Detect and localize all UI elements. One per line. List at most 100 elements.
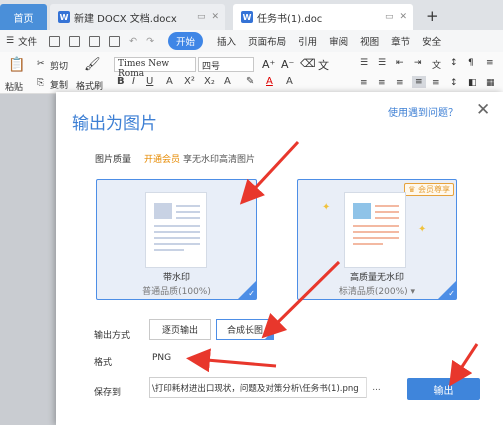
print-preview-icon[interactable]	[109, 35, 121, 47]
tab-tools: ▭ ✕	[197, 12, 219, 22]
close-icon[interactable]: ✕	[476, 100, 490, 120]
merge-long-image-button[interactable]: 合成长图	[216, 319, 274, 340]
menu-security[interactable]: 安全	[422, 34, 441, 48]
justify-icon[interactable]: ≡	[412, 76, 426, 88]
scissors-icon[interactable]: ✂	[37, 59, 45, 69]
selected-check-icon	[265, 331, 273, 339]
format-painter-button[interactable]: 格式刷	[76, 79, 103, 92]
subscript-icon[interactable]: X₂	[204, 76, 215, 87]
menu-view[interactable]: 视图	[360, 34, 379, 48]
menu-file[interactable]: 文件	[18, 34, 37, 48]
mode-long-label: 合成长图	[226, 326, 263, 336]
quality-option-watermark[interactable]: 带水印 普通品质(100%) ✓	[96, 179, 257, 300]
font-effect-icon[interactable]: A	[224, 76, 231, 87]
sparkle-icon: ✦	[322, 202, 331, 213]
phonetic-icon[interactable]: 文	[318, 57, 329, 73]
membership-description: 享无水印高清图片	[183, 155, 256, 165]
format-value: PNG	[152, 353, 172, 363]
list-bullet-icon[interactable]: ☰	[360, 58, 368, 68]
save-to-label: 保存到	[94, 388, 122, 398]
open-membership-link[interactable]: 开通会员	[144, 152, 180, 165]
help-link[interactable]: 使用遇到问题？	[388, 104, 458, 119]
show-marks-icon[interactable]: ¶	[468, 58, 474, 68]
quality-option-hq-no-watermark[interactable]: ♛ 会员尊享 ✦ ✦ 高质量无水印 标清品质(200%) ▾ ✓	[297, 179, 457, 300]
shading-icon[interactable]: ◧	[468, 78, 477, 88]
menu-references[interactable]: 引用	[298, 34, 317, 48]
word-icon: W	[241, 11, 253, 23]
font-shrink-button[interactable]: A⁻	[281, 58, 294, 71]
chinese-layout-icon[interactable]: 文	[432, 58, 441, 71]
tab-bar: 首页 W 新建 DOCX 文档.docx ▭ ✕ W 任务书(1).doc ▭ ✕ …	[0, 0, 503, 30]
paste-icon[interactable]: 📋	[8, 57, 25, 73]
clear-format-icon[interactable]: ⌫	[300, 57, 316, 70]
redo-icon[interactable]: ↷	[146, 36, 154, 47]
distributed-icon[interactable]: ≡	[432, 78, 440, 88]
cut-button[interactable]: 剪切	[50, 59, 68, 72]
hamburger-icon[interactable]: ☰	[6, 36, 14, 46]
format-label: 格式	[94, 358, 113, 368]
card-quality: 标清品质(200%) ▾	[298, 284, 456, 297]
format-select[interactable]: PNG	[149, 348, 209, 368]
highlight-icon[interactable]: ✎	[246, 76, 254, 87]
export-pdf-icon[interactable]	[69, 35, 81, 47]
format-painter-icon[interactable]: 🖌	[84, 57, 101, 72]
font-size-select[interactable]: 四号	[198, 57, 254, 72]
line-spacing-icon[interactable]: ≡	[486, 58, 494, 68]
crown-icon: ♛	[408, 185, 416, 194]
font-color-icon[interactable]: A	[266, 76, 273, 87]
char-border-icon[interactable]: A	[286, 76, 293, 87]
tab-label: 首页	[13, 13, 34, 25]
dialog-title: 输出为图片	[72, 114, 157, 134]
dropdown-caret-icon[interactable]: ▾	[411, 287, 416, 297]
save-icon[interactable]	[49, 35, 61, 47]
tab-label: 新建 DOCX 文档.docx	[74, 13, 177, 25]
page-by-page-button[interactable]: 逐页输出	[149, 319, 211, 340]
paste-button[interactable]: 粘贴	[5, 80, 23, 93]
selected-check-icon: ✓	[438, 281, 456, 299]
bold-icon[interactable]: B	[117, 76, 125, 87]
line-spacing-icon-2[interactable]: ↕	[450, 78, 458, 88]
close-icon[interactable]: ✕	[399, 12, 407, 22]
strikethrough-icon[interactable]: A	[166, 76, 173, 87]
copy-icon[interactable]: ⎘	[37, 78, 44, 88]
export-button[interactable]: 输出	[407, 378, 480, 400]
menu-review[interactable]: 审阅	[329, 34, 348, 48]
close-icon[interactable]: ✕	[211, 12, 219, 22]
sort-icon[interactable]: ↕	[450, 58, 458, 68]
indent-increase-icon[interactable]: ⇥	[414, 58, 422, 68]
tab-task-doc[interactable]: W 任务书(1).doc ▭ ✕	[233, 4, 413, 30]
browse-button[interactable]: ...	[366, 377, 386, 398]
align-left-icon[interactable]: ≡	[360, 78, 368, 88]
card-quality-text: 标清品质(200%)	[338, 287, 408, 297]
underline-icon[interactable]: U	[146, 76, 153, 87]
font-grow-button[interactable]: A⁺	[262, 58, 275, 71]
card-title: 带水印	[162, 273, 190, 283]
new-tab-button[interactable]: +	[426, 7, 439, 25]
align-right-icon[interactable]: ≡	[396, 78, 404, 88]
align-center-icon[interactable]: ≡	[378, 78, 386, 88]
menu-section[interactable]: 章节	[391, 34, 410, 48]
image-quality-label: 图片质量	[95, 155, 132, 165]
monitor-icon[interactable]: ▭	[385, 12, 394, 22]
menu-bar: ☰ 文件 ↶ ↷ 开始 插入 页面布局 引用 审阅 视图 章节 安全	[0, 30, 503, 52]
menu-insert[interactable]: 插入	[217, 34, 236, 48]
menu-page-layout[interactable]: 页面布局	[248, 34, 286, 48]
monitor-icon[interactable]: ▭	[197, 12, 206, 22]
indent-decrease-icon[interactable]: ⇤	[396, 58, 404, 68]
font-name-select[interactable]: Times New Roma	[114, 57, 196, 79]
print-icon[interactable]	[89, 35, 101, 47]
list-number-icon[interactable]: ☰	[378, 58, 386, 68]
copy-button[interactable]: 复制	[50, 78, 68, 91]
menu-start[interactable]: 开始	[168, 32, 204, 50]
superscript-icon[interactable]: X²	[184, 76, 195, 87]
card-quality: 普通品质(100%)	[142, 287, 211, 297]
save-path-field[interactable]: \打印耗材进出口现状，问题及对策分析\任务书(1).png	[149, 377, 386, 398]
undo-icon[interactable]: ↶	[129, 36, 137, 47]
member-exclusive-badge: ♛ 会员尊享	[404, 183, 454, 196]
tab-home[interactable]: 首页	[0, 4, 47, 30]
border-icon[interactable]: ▦	[486, 78, 495, 88]
italic-icon[interactable]: I	[132, 76, 135, 87]
ribbon: 📋 粘贴 ✂ 剪切 ⎘ 复制 🖌 格式刷 Times New Roma 四号 A…	[0, 52, 503, 94]
tab-new-docx[interactable]: W 新建 DOCX 文档.docx ▭ ✕	[50, 4, 225, 30]
word-icon: W	[58, 11, 70, 23]
